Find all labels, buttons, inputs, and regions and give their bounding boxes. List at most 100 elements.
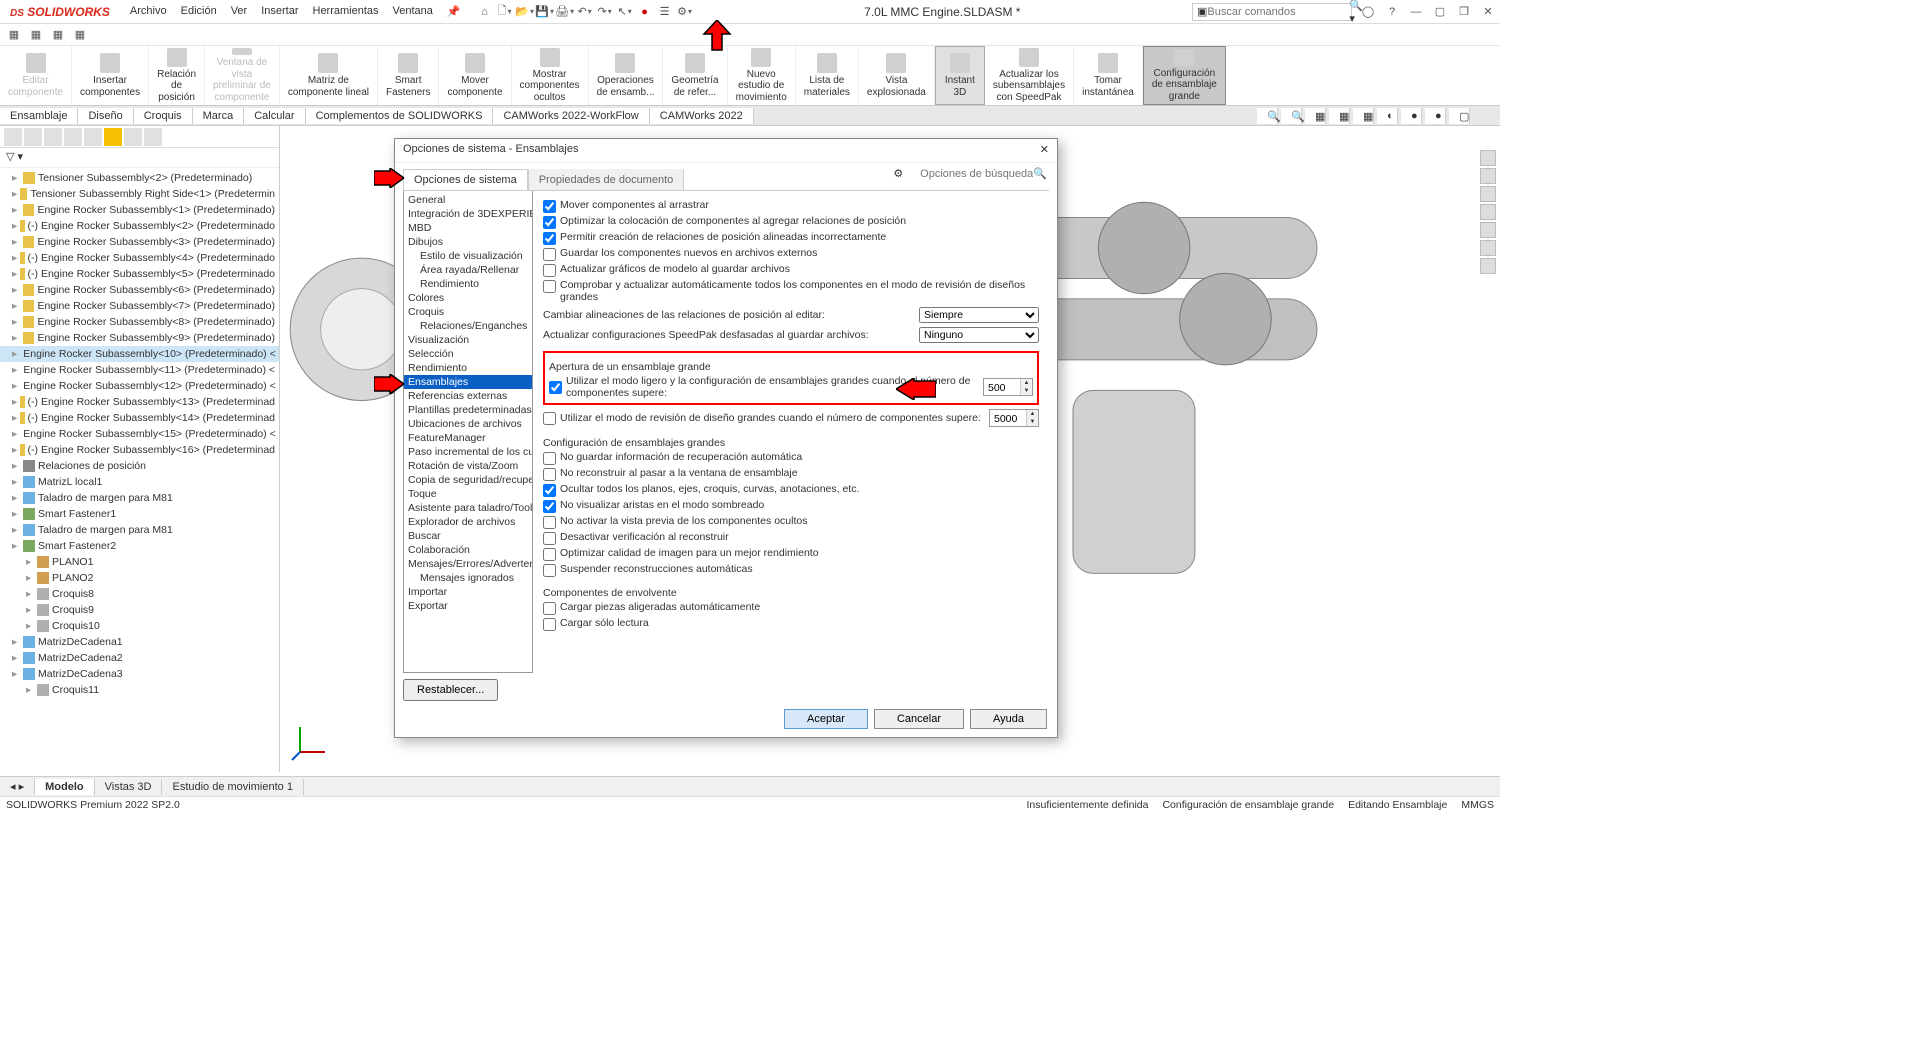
checkbox[interactable] [543,264,556,277]
tree-item[interactable]: ▸Tensioner Subassembly<2> (Predeterminad… [0,170,279,186]
tree-item[interactable]: ▸(-) Engine Rocker Subassembly<16> (Pred… [0,442,279,458]
nav-item[interactable]: Área rayada/Rellenar [404,263,532,277]
checkbox[interactable] [543,452,556,465]
view-tool-icon[interactable]: ▦ [1329,108,1350,124]
checkbox[interactable] [543,280,556,293]
ribbon-button[interactable]: Insertarcomponentes [72,46,149,105]
rebuild-icon[interactable]: ● [637,4,653,20]
menu-insert[interactable]: Insertar [255,3,304,20]
panel-tab-icon[interactable] [104,128,122,146]
nav-item[interactable]: MBD [404,221,532,235]
tree-item[interactable]: ▸Engine Rocker Subassembly<10> (Predeter… [0,346,279,362]
tree-item[interactable]: ▸Engine Rocker Subassembly<8> (Predeterm… [0,314,279,330]
menu-edit[interactable]: Edición [175,3,223,20]
nav-item[interactable]: Ubicaciones de archivos [404,417,532,431]
tree-item[interactable]: ▸Engine Rocker Subassembly<7> (Predeterm… [0,298,279,314]
qat-icon[interactable]: ▦ [72,27,88,43]
btab-motion[interactable]: Estudio de movimiento 1 [162,779,303,795]
view-tool-icon[interactable]: ● [1401,108,1422,124]
checkbox[interactable] [543,602,556,615]
minimize-icon[interactable]: — [1408,4,1424,20]
user-icon[interactable]: ◯ [1360,4,1376,20]
menu-window[interactable]: Ventana [387,3,439,20]
menu-pin-icon[interactable]: 📌 [441,3,467,20]
home-icon[interactable]: ⌂ [477,4,493,20]
view-tool-icon[interactable]: ◐ [1377,108,1398,124]
panel-tab-icon[interactable] [84,128,102,146]
combo-speedpak[interactable]: Ninguno [919,327,1039,343]
status-units[interactable]: MMGS [1461,799,1494,811]
view-tool-icon[interactable]: 🔍 [1257,108,1278,124]
tree-item[interactable]: ▸MatrizL local1 [0,474,279,490]
tree-item[interactable]: ▸(-) Engine Rocker Subassembly<5> (Prede… [0,266,279,282]
nav-item[interactable]: Selección [404,347,532,361]
ribbon-button[interactable]: Lista demateriales [796,46,859,105]
tree-item[interactable]: ▸Croquis11 [0,682,279,698]
help-button[interactable]: Ayuda [970,709,1047,729]
spin-input[interactable] [990,411,1026,426]
btab-arrows[interactable]: ◂ ▸ [0,778,35,795]
nav-item[interactable]: Colaboración [404,543,532,557]
task-tab-icon[interactable] [1480,222,1496,238]
nav-item[interactable]: Rendimiento [404,361,532,375]
nav-item[interactable]: Visualización [404,333,532,347]
view-tool-icon[interactable]: 🔍 [1281,108,1302,124]
nav-item[interactable]: Integración de 3DEXPERIENCE [404,207,532,221]
tree-item[interactable]: ▸Engine Rocker Subassembly<12> (Predeter… [0,378,279,394]
checkbox[interactable] [543,232,556,245]
new-icon[interactable]: 🗋▾ [497,4,513,20]
tree-item[interactable]: ▸PLANO1 [0,554,279,570]
nav-item[interactable]: Rotación de vista/Zoom [404,459,532,473]
combo-mate-align[interactable]: Siempre [919,307,1039,323]
tree-item[interactable]: ▸Engine Rocker Subassembly<6> (Predeterm… [0,282,279,298]
spin-large-threshold[interactable]: ▲▼ [983,378,1033,396]
qat-icon[interactable]: ▦ [6,27,22,43]
cancel-button[interactable]: Cancelar [874,709,964,729]
spin-review-threshold[interactable]: ▲▼ [989,409,1039,427]
ribbon-tab[interactable]: Croquis [134,108,193,124]
menu-view[interactable]: Ver [225,3,254,20]
view-tool-icon[interactable]: ▦ [1305,108,1326,124]
nav-item[interactable]: Buscar [404,529,532,543]
ribbon-button[interactable]: Operacionesde ensamb... [589,46,664,105]
btab-model[interactable]: Modelo [35,779,95,795]
tree-item[interactable]: ▸Taladro de margen para M81 [0,522,279,538]
nav-item[interactable]: Colores [404,291,532,305]
nav-item[interactable]: Rendimiento [404,277,532,291]
help-icon[interactable]: ? [1384,4,1400,20]
task-tab-icon[interactable] [1480,168,1496,184]
save-icon[interactable]: 💾▾ [537,4,553,20]
maximize-icon[interactable]: ▢ [1432,4,1448,20]
ribbon-button[interactable]: Movercomponente [439,46,511,105]
nav-item[interactable]: Plantillas predeterminadas [404,403,532,417]
ribbon-button[interactable]: Actualizar lossubensamblajescon SpeedPak [985,46,1074,105]
checkbox[interactable] [543,532,556,545]
ribbon-tab[interactable]: Ensamblaje [0,108,78,124]
ribbon-button[interactable]: Configuraciónde ensamblajegrande [1143,46,1226,105]
view-tool-icon[interactable]: ▢ [1449,108,1470,124]
ribbon-tab[interactable]: Diseño [78,108,133,124]
tree-item[interactable]: ▸MatrizDeCadena3 [0,666,279,682]
open-icon[interactable]: 📂▾ [517,4,533,20]
file-props-icon[interactable]: ☰ [657,4,673,20]
view-tool-icon[interactable]: ▦ [1353,108,1374,124]
tree-item[interactable]: ▸Engine Rocker Subassembly<15> (Predeter… [0,426,279,442]
tree-item[interactable]: ▸(-) Engine Rocker Subassembly<2> (Prede… [0,218,279,234]
panel-tab-icon[interactable] [144,128,162,146]
spin-down-icon[interactable]: ▼ [1021,387,1032,395]
ribbon-button[interactable]: SmartFasteners [378,46,439,105]
view-tool-icon[interactable]: ● [1425,108,1446,124]
nav-item[interactable]: Copia de seguridad/recuperar [404,473,532,487]
tree-item[interactable]: ▸Tensioner Subassembly Right Side<1> (Pr… [0,186,279,202]
panel-tab-icon[interactable] [44,128,62,146]
checkbox[interactable] [543,564,556,577]
tab-system-options[interactable]: Opciones de sistema [403,169,528,190]
spin-input[interactable] [984,380,1020,395]
checkbox[interactable] [543,500,556,513]
options-search[interactable]: ⚙ 🔍 [893,167,1047,180]
tree-item[interactable]: ▸Croquis9 [0,602,279,618]
command-search[interactable]: ▣ 🔍▾ [1192,3,1352,21]
tree-item[interactable]: ▸Engine Rocker Subassembly<9> (Predeterm… [0,330,279,346]
nav-item[interactable]: Paso incremental de los cuadros [404,445,532,459]
spin-up-icon[interactable]: ▲ [1027,410,1038,418]
